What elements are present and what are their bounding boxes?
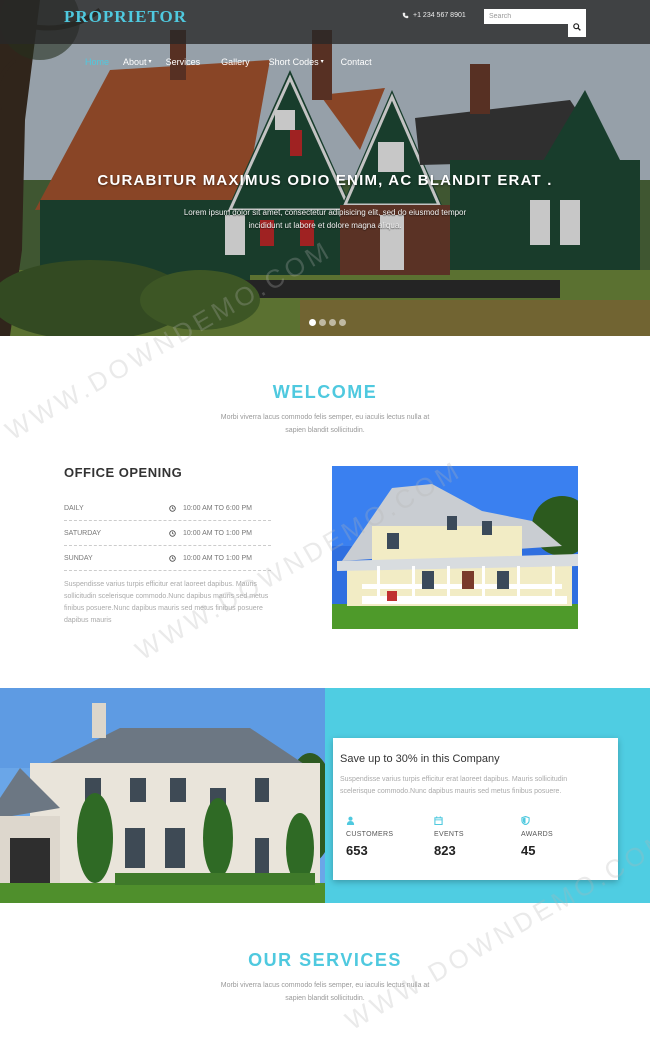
hero-title: CURABITUR MAXIMUS ODIO ENIM, AC BLANDIT … [97,172,553,189]
services-text: Morbi viverra lacus commodo felis semper… [220,982,430,1002]
hero-overlay [0,0,650,336]
hours-time: 10:00 AM TO 1:00 PM [183,529,253,537]
nav-home[interactable]: Home [78,55,116,69]
office-title: OFFICE OPENING [64,465,183,480]
nav-gallery[interactable]: Gallery [207,55,257,69]
nav-contact[interactable]: Contact [331,55,379,69]
site-logo[interactable]: PROPRIETOR [64,7,187,27]
chevron-down-icon: ▾ [320,59,324,65]
stat-label: EVENTS [434,831,464,838]
nav-label: Services [165,57,201,67]
nav-label: About [123,57,147,67]
search-box [484,9,586,37]
search-icon [573,23,581,31]
hours-day: SUNDAY [64,554,93,562]
nav-about[interactable]: About ▾ [116,55,159,69]
search-button[interactable] [568,9,586,37]
clock-icon [169,529,176,537]
calendar-icon [434,816,443,825]
mansion-photo [0,688,325,903]
phone-icon [402,12,409,19]
hours-day: DAILY [64,504,84,512]
stat-value: 823 [434,843,456,858]
nav-label: Short Codes [268,57,319,67]
shield-icon [521,816,530,825]
phone-number: +1 234 567 8901 [413,12,466,19]
user-icon [346,816,355,825]
top-bar: PROPRIETOR +1 234 567 8901 [0,0,650,44]
office-text: Suspendisse varius turpis efficitur erat… [64,581,269,624]
nav-services[interactable]: Services [159,55,208,69]
nav-short-codes[interactable]: Short Codes ▾ [257,55,331,69]
hours-row: SATURDAY 10:00 AM TO 1:00 PM [64,521,271,546]
welcome-text: Morbi viverra lacus commodo felis semper… [220,414,430,434]
stat-value: 45 [521,843,536,858]
office-hours: DAILY 10:00 AM TO 6:00 PM SATURDAY 10:00… [64,496,271,571]
hours-time: 10:00 AM TO 1:00 PM [183,554,253,562]
services-title: OUR SERVICES [248,950,402,970]
slider-dot[interactable] [319,319,326,326]
hours-time: 10:00 AM TO 6:00 PM [183,504,253,512]
nav-label: Gallery [221,57,250,67]
slider-dot[interactable] [309,319,316,326]
nav-label: Home [85,57,110,67]
hero-text: Lorem ipsum dolor sit amet, consectetur … [183,208,467,230]
stat-awards: AWARDS 45 [521,816,601,858]
main-nav: Home About ▾ Services Gallery Short Codes… [78,55,379,69]
chevron-down-icon: ▾ [148,59,152,65]
stat-label: AWARDS [521,831,554,838]
welcome-title: WELCOME [272,382,378,402]
house-photo [332,466,578,629]
promo-title: Save up to 30% in this Company [340,753,500,765]
clock-icon [169,504,176,512]
hours-row: SUNDAY 10:00 AM TO 1:00 PM [64,546,271,571]
hours-day: SATURDAY [64,529,102,537]
slider-dot[interactable] [329,319,336,326]
clock-icon [169,554,176,562]
hours-row: DAILY 10:00 AM TO 6:00 PM [64,496,271,521]
stat-value: 653 [346,843,368,858]
promo-card: Save up to 30% in this Company Suspendis… [333,738,618,880]
hero-slider: PROPRIETOR +1 234 567 8901 Home About▾ S… [0,0,650,336]
slider-dots [309,319,346,326]
stat-label: CUSTOMERS [346,831,394,838]
promo-text: Suspendisse varius turpis efficitur erat… [340,776,568,795]
stat-events: EVENTS 823 [434,816,514,858]
search-input[interactable] [484,9,568,24]
slider-dot[interactable] [339,319,346,326]
stat-customers: CUSTOMERS 653 [346,816,426,858]
phone-contact: +1 234 567 8901 [402,12,466,19]
nav-label: Contact [340,57,372,67]
